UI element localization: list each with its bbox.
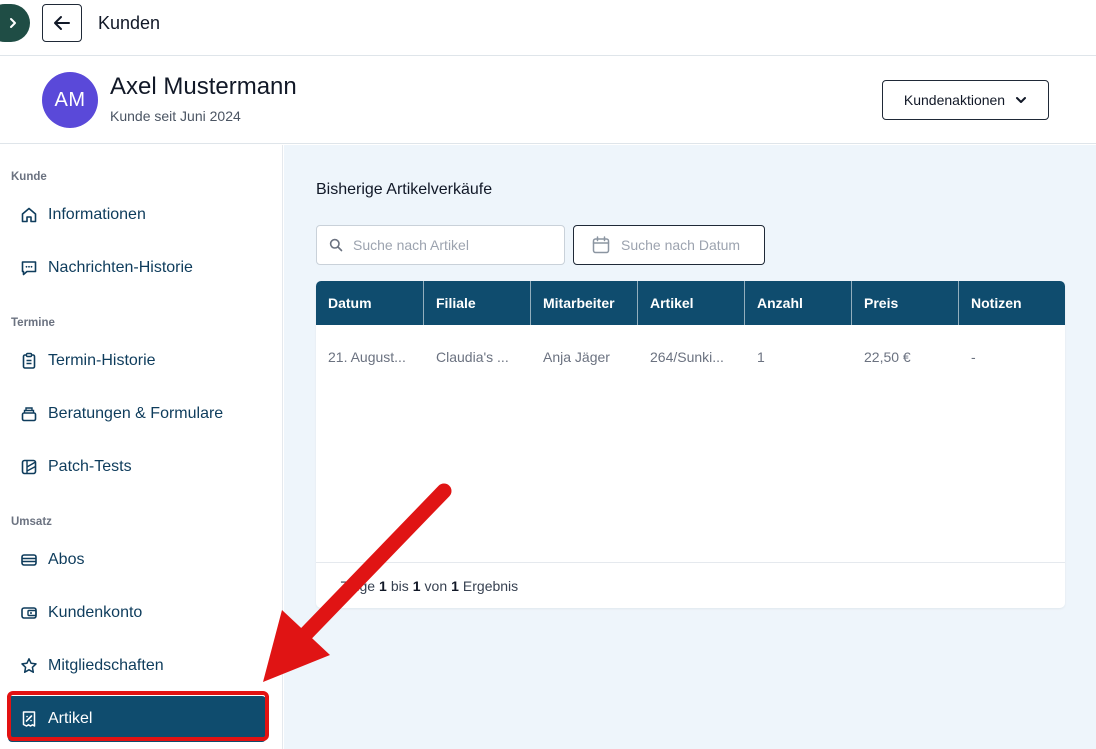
column-header-anzahl[interactable]: Anzahl [745, 281, 852, 325]
article-search-input[interactable] [353, 237, 553, 253]
clipboard-icon [22, 352, 36, 369]
pagination-to: 1 [412, 577, 421, 594]
page-title: Kunden [98, 13, 161, 33]
column-header-datum[interactable]: Datum [316, 281, 424, 325]
sidebar-item-mitgliedschaften[interactable]: Mitgliedschaften [8, 643, 266, 689]
cell-datum: 21. August... [316, 335, 424, 379]
sidebar-item-label: Nachrichten-Historie [48, 259, 193, 276]
cell-notizen: - [959, 335, 1065, 379]
pagination-prefix: Zeige [340, 577, 376, 594]
cell-text: 22,50 € [864, 349, 911, 365]
customer-actions-label: Kundenaktionen [903, 92, 1006, 108]
sidebar-item-informationen[interactable]: Informationen [8, 192, 266, 238]
annotation-highlight-box [7, 691, 269, 741]
home-icon [21, 207, 37, 223]
cell-text: 264/Sunki... [650, 349, 724, 365]
pagination-total: 1 [451, 577, 459, 594]
customer-since: Kunde seit Juni 2024 [110, 108, 241, 124]
sidebar-item-label: Mitgliedschaften [48, 657, 164, 674]
chevron-down-icon [1016, 97, 1027, 103]
sidebar-group-termine: Termine [11, 317, 55, 329]
table-row[interactable]: 21. August... Claudia's ... Anja Jäger 2… [316, 335, 1065, 379]
arrow-left-icon [54, 16, 70, 30]
customer-actions-button[interactable]: Kundenaktionen [882, 80, 1049, 120]
star-icon [21, 658, 37, 673]
cell-anzahl: 1 [745, 335, 852, 379]
cell-text: Anja Jäger [543, 349, 610, 365]
date-search-label: Suche nach Datum [621, 237, 741, 253]
sidebar: Kunde Informationen Nachrichten-Historie… [0, 145, 283, 749]
cell-text: Claudia's ... [436, 349, 509, 365]
cell-text: 1 [757, 349, 765, 365]
subscription-icon [21, 554, 37, 566]
search-icon [329, 238, 343, 252]
sidebar-item-label: Abos [48, 551, 85, 568]
sidebar-item-kundenkonto[interactable]: Kundenkonto [8, 590, 266, 636]
cell-mitarbeiter: Anja Jäger [531, 335, 638, 379]
pagination-to-word: bis [390, 577, 409, 594]
customer-header: AM Axel Mustermann Kunde seit Juni 2024 … [0, 57, 1096, 144]
column-header-filiale[interactable]: Filiale [424, 281, 531, 325]
cell-text: 21. August... [328, 349, 406, 365]
article-search-field[interactable] [316, 225, 565, 265]
wallet-icon [21, 607, 37, 619]
sidebar-group-umsatz: Umsatz [11, 516, 52, 528]
column-header-mitarbeiter[interactable]: Mitarbeiter [531, 281, 638, 325]
sidebar-item-nachrichten-historie[interactable]: Nachrichten-Historie [8, 245, 266, 291]
pagination-suffix: Ergebnis [462, 577, 519, 594]
main-content: Bisherige Artikelverkäufe Suche nach Dat… [284, 145, 1096, 749]
avatar: AM [42, 72, 98, 128]
sidebar-item-label: Beratungen & Formulare [48, 405, 224, 422]
cell-text: - [971, 349, 976, 365]
table-header: Datum Filiale Mitarbeiter Artikel Anzahl… [316, 281, 1065, 325]
cell-artikel: 264/Sunki... [638, 335, 745, 379]
sidebar-group-kunde: Kunde [11, 171, 47, 183]
sidebar-item-abos[interactable]: Abos [8, 537, 266, 583]
sidebar-item-beratungen-formulare[interactable]: Beratungen & Formulare [8, 391, 266, 437]
date-search-button[interactable]: Suche nach Datum [573, 225, 765, 265]
section-title: Bisherige Artikelverkäufe [316, 181, 493, 198]
pagination-of-word: von [424, 577, 448, 594]
pagination-from: 1 [379, 577, 387, 594]
top-bar: Kunden [0, 0, 1096, 56]
customer-name: Axel Mustermann [110, 73, 297, 100]
sidebar-item-patch-tests[interactable]: Patch-Tests [8, 444, 266, 490]
column-header-preis[interactable]: Preis [852, 281, 959, 325]
sidebar-item-label: Termin-Historie [48, 352, 156, 369]
sales-table: Datum Filiale Mitarbeiter Artikel Anzahl… [316, 281, 1065, 608]
forms-icon [21, 407, 37, 422]
sidebar-toggle-button[interactable] [0, 4, 30, 42]
sidebar-item-label: Kundenkonto [48, 604, 143, 621]
sidebar-item-label: Patch-Tests [48, 458, 132, 475]
pagination-summary: Zeige 1 bis 1 von 1 Ergebnis [316, 562, 1065, 608]
chevron-right-icon [10, 18, 16, 28]
cell-preis: 22,50 € [852, 335, 959, 379]
column-header-artikel[interactable]: Artikel [638, 281, 745, 325]
cell-filiale: Claudia's ... [424, 335, 531, 379]
column-header-notizen[interactable]: Notizen [959, 281, 1065, 325]
sidebar-item-label: Informationen [48, 206, 146, 223]
calendar-icon [592, 236, 610, 254]
patch-icon [21, 459, 37, 475]
message-icon [21, 261, 37, 276]
back-button[interactable] [42, 4, 82, 42]
sidebar-item-termin-historie[interactable]: Termin-Historie [8, 338, 266, 384]
